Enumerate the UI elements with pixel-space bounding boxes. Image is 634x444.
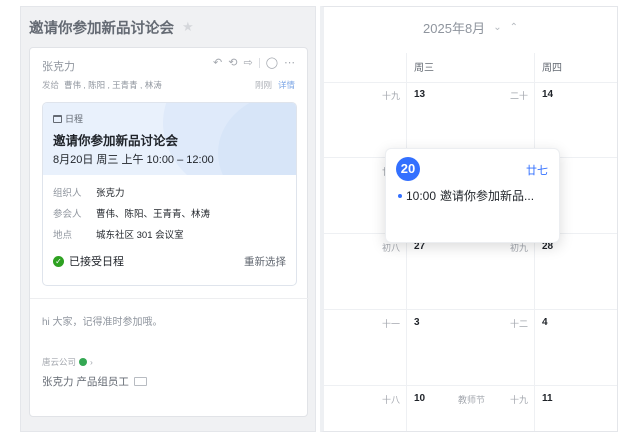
detail-link[interactable]: 详情 bbox=[278, 79, 295, 91]
chevron-right-icon[interactable]: › bbox=[90, 357, 93, 367]
popover-event-title: 邀请你参加新品... bbox=[440, 189, 535, 203]
calendar-header: 2025年8月 ⌄ ⌃ bbox=[324, 7, 617, 47]
to-label: 发给 bbox=[42, 80, 60, 90]
lunar-date: 十九 bbox=[381, 91, 400, 101]
sender-name[interactable]: 张克力 bbox=[42, 58, 75, 74]
day-number[interactable]: 4 bbox=[542, 317, 548, 328]
signature-text: 张克力 产品组员工 bbox=[42, 376, 129, 388]
location-label: 地点 bbox=[53, 230, 73, 241]
forward-icon[interactable]: ⇨ bbox=[243, 56, 252, 70]
event-card[interactable]: 日程 邀请你参加新品讨论会 8月20日 周三 上午 10:00 – 12:00 … bbox=[42, 102, 297, 286]
festival-label: 教师节 bbox=[458, 395, 486, 405]
attendees-label: 参会人 bbox=[53, 209, 82, 220]
reselect-button[interactable]: 重新选择 bbox=[244, 254, 286, 269]
comment-icon[interactable]: ◯ bbox=[266, 56, 278, 70]
time-row: 刚刚 详情 bbox=[255, 79, 295, 91]
organizer-value: 张克力 bbox=[96, 188, 125, 199]
day-number[interactable]: 3 bbox=[414, 317, 420, 328]
email-card: 张克力 ↶ ⟲ ⇨ ◯ ⋯ 发给 曹伟 , 陈阳 , 王青青 , 林涛 刚刚 详… bbox=[29, 47, 309, 417]
lunar-date: 十一 bbox=[381, 319, 400, 329]
recipients-line: 发给 曹伟 , 陈阳 , 王青青 , 林涛 bbox=[42, 79, 162, 91]
divider bbox=[258, 58, 260, 68]
organizer-label: 组织人 bbox=[53, 188, 82, 199]
attendees-row: 参会人 曹伟、陈阳、王青青、林涛 bbox=[53, 206, 210, 220]
day-number[interactable]: 14 bbox=[542, 89, 553, 100]
business-card-icon[interactable] bbox=[133, 377, 147, 386]
recipients[interactable]: 曹伟 , 陈阳 , 王青青 , 林涛 bbox=[64, 79, 162, 91]
company-name: 唐云公司 bbox=[42, 357, 77, 367]
email-pane: 邀请你参加新品讨论会 ★ 张克力 ↶ ⟲ ⇨ ◯ ⋯ 发给 曹伟 , 陈阳 , … bbox=[20, 6, 316, 432]
signature: 张克力 产品组员工 bbox=[42, 374, 147, 389]
calendar-icon bbox=[53, 114, 62, 123]
event-type-tag: 日程 bbox=[53, 112, 83, 125]
reply-all-icon[interactable]: ⟲ bbox=[228, 56, 237, 70]
email-subject: 邀请你参加新品讨论会 bbox=[29, 20, 174, 37]
attendees-value: 曹伟、陈阳、王青青、林涛 bbox=[96, 209, 211, 220]
day-number[interactable]: 10 bbox=[414, 393, 425, 404]
event-datetime: 8月20日 周三 上午 10:00 – 12:00 bbox=[53, 154, 214, 166]
day-events-popover: 20 廿七 10:00 邀请你参加新品... bbox=[385, 148, 560, 243]
sent-time: 刚刚 bbox=[254, 80, 272, 90]
lunar-date: 二十 bbox=[509, 91, 528, 101]
popover-lunar-date: 廿七 bbox=[526, 165, 548, 177]
lunar-date: 十二 bbox=[509, 319, 528, 329]
event-header: 日程 邀请你参加新品讨论会 8月20日 周三 上午 10:00 – 12:00 bbox=[43, 103, 296, 175]
accepted-status: ✓ 已接受日程 bbox=[53, 253, 124, 269]
star-icon[interactable]: ★ bbox=[182, 19, 194, 35]
location-value: 城东社区 301 会议室 bbox=[96, 230, 184, 241]
company-line: 唐云公司 › bbox=[42, 356, 93, 368]
month-label: 2025年8月 bbox=[423, 20, 486, 36]
more-icon[interactable]: ⋯ bbox=[284, 56, 295, 70]
location-row: 地点 城东社区 301 会议室 bbox=[53, 227, 184, 241]
email-title-row: 邀请你参加新品讨论会 ★ bbox=[29, 15, 194, 39]
chevron-down-icon[interactable]: ⌄ bbox=[493, 22, 501, 33]
row-divider bbox=[324, 309, 617, 310]
popover-event-time: 10:00 bbox=[406, 188, 437, 203]
verified-icon bbox=[79, 358, 88, 366]
event-tag-label: 日程 bbox=[65, 114, 84, 124]
popover-event-item[interactable]: 10:00 邀请你参加新品... bbox=[398, 187, 554, 204]
email-body: hi 大家，记得准时参加哦。 bbox=[42, 317, 163, 328]
chevron-up-icon[interactable]: ⌃ bbox=[510, 22, 518, 33]
divider bbox=[30, 298, 309, 299]
lunar-date: 十九 bbox=[509, 395, 528, 405]
day-number[interactable]: 13 bbox=[414, 89, 425, 100]
event-dot-icon bbox=[398, 193, 402, 198]
weekday-wed: 周三 bbox=[414, 63, 434, 74]
popover-day-badge: 20 bbox=[396, 157, 420, 181]
day-number[interactable]: 11 bbox=[542, 393, 553, 404]
check-circle-icon: ✓ bbox=[53, 255, 64, 267]
email-actions: ↶ ⟲ ⇨ ◯ ⋯ bbox=[213, 56, 295, 70]
weekday-row: 周三 周四 bbox=[324, 53, 617, 83]
reply-icon[interactable]: ↶ bbox=[213, 56, 222, 70]
event-title: 邀请你参加新品讨论会 bbox=[53, 134, 179, 148]
organizer-row: 组织人 张克力 bbox=[53, 185, 125, 199]
weekday-thu: 周四 bbox=[542, 63, 562, 74]
accepted-text: 已接受日程 bbox=[69, 256, 124, 268]
lunar-date: 十八 bbox=[381, 395, 400, 405]
row-divider bbox=[324, 385, 617, 386]
